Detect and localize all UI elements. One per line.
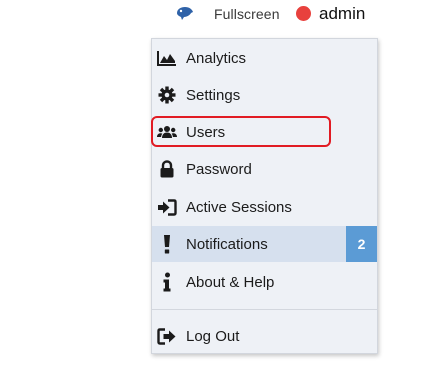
lock-icon: [157, 159, 177, 179]
bird-icon[interactable]: [175, 5, 195, 21]
menu-item-log-out[interactable]: Log Out: [152, 318, 377, 354]
menu-item-users[interactable]: Users: [152, 114, 377, 150]
sign-in-icon: [157, 197, 177, 217]
status-dot-icon: [296, 6, 311, 21]
user-dropdown-menu: Analytics Settings Users Password Active…: [151, 38, 378, 354]
notification-count-badge: 2: [346, 226, 377, 262]
menu-item-label: About & Help: [186, 274, 275, 291]
menu-item-label: Log Out: [186, 328, 240, 345]
menu-item-label: Active Sessions: [186, 199, 292, 216]
users-icon: [157, 122, 177, 142]
menu-item-label: Analytics: [186, 50, 247, 67]
menu-item-about-help[interactable]: About & Help: [152, 264, 377, 300]
menu-item-settings[interactable]: Settings: [152, 77, 377, 113]
menu-item-password[interactable]: Password: [152, 151, 377, 187]
menu-item-label: Notifications: [186, 236, 268, 253]
menu-item-label: Settings: [186, 87, 241, 104]
menu-item-label: Password: [186, 161, 252, 178]
area-chart-icon: [157, 48, 177, 68]
menu-item-label: Users: [186, 124, 226, 141]
menu-item-notifications[interactable]: Notifications 2: [152, 226, 377, 262]
menu-divider: [152, 309, 377, 310]
user-menu-toggle[interactable]: admin: [319, 4, 365, 24]
exclamation-icon: [157, 234, 177, 254]
info-icon: [157, 272, 177, 292]
menu-item-analytics[interactable]: Analytics: [152, 40, 377, 76]
gear-icon: [157, 85, 177, 105]
sign-out-icon: [157, 326, 177, 346]
menu-item-active-sessions[interactable]: Active Sessions: [152, 189, 377, 225]
fullscreen-link[interactable]: Fullscreen: [214, 6, 280, 22]
top-bar: Fullscreen admin: [0, 0, 424, 30]
